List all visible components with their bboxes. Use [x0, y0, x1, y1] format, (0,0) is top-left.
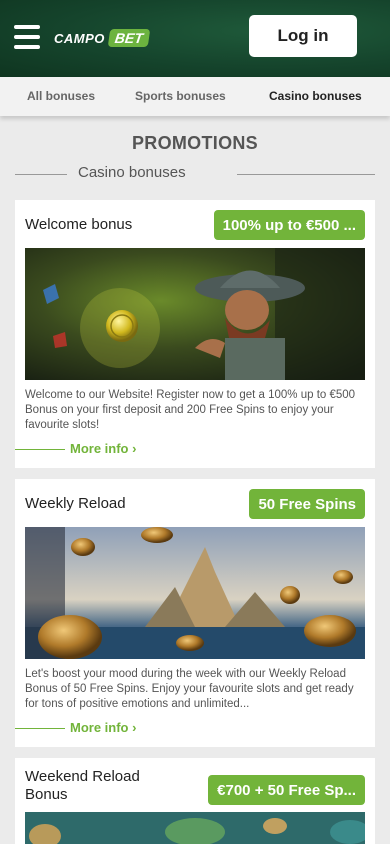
logo-bet-text: BET — [107, 29, 151, 47]
divider — [15, 449, 65, 450]
section-heading: Casino bonuses — [15, 164, 375, 184]
divider — [15, 728, 65, 729]
divider — [237, 174, 375, 175]
promo-badge: 100% up to €500 ... — [213, 210, 365, 240]
promo-badge: €700 + 50 Free Sp... — [208, 775, 365, 805]
promo-title: Welcome bonus — [25, 216, 133, 233]
promo-badge: 50 Free Spins — [249, 489, 365, 519]
promo-description: Welcome to our Website! Register now to … — [25, 389, 356, 431]
promo-image — [25, 527, 365, 659]
logo[interactable]: CAMPO BET — [54, 28, 151, 48]
section-heading-text: Casino bonuses — [78, 164, 186, 181]
promo-description: Let's boost your mood during the week wi… — [25, 668, 354, 710]
divider — [15, 174, 67, 175]
login-button[interactable]: Log in — [249, 15, 357, 57]
more-info-row: More info › — [15, 719, 215, 737]
tab-sports-bonuses[interactable]: Sports bonuses — [135, 89, 226, 103]
app-header: CAMPO BET Log in — [0, 0, 390, 77]
promo-card[interactable]: Weekend Reload Bonus €700 + 50 Free Sp..… — [15, 758, 375, 844]
hamburger-menu-icon[interactable] — [14, 25, 40, 49]
promo-image — [25, 248, 365, 380]
more-info-row: More info › — [15, 440, 215, 458]
promo-image — [25, 812, 365, 844]
logo-campo-text: CAMPO — [54, 30, 105, 46]
page-title: PROMOTIONS — [131, 133, 258, 153]
more-info-link[interactable]: More info › — [70, 720, 136, 735]
promo-card[interactable]: Welcome bonus 100% up to €500 ... Welcom… — [15, 200, 375, 468]
tab-casino-bonuses[interactable]: Casino bonuses — [269, 89, 362, 103]
tab-all-bonuses[interactable]: All bonuses — [27, 89, 95, 103]
promo-card[interactable]: Weekly Reload 50 Free Spins Let's boost … — [15, 479, 375, 747]
bonus-tabs: All bonuses Sports bonuses Casino bonuse… — [0, 77, 390, 116]
promo-title: Weekly Reload — [25, 495, 126, 512]
more-info-link[interactable]: More info › — [70, 441, 136, 456]
promo-title: Weekend Reload Bonus — [25, 768, 140, 803]
